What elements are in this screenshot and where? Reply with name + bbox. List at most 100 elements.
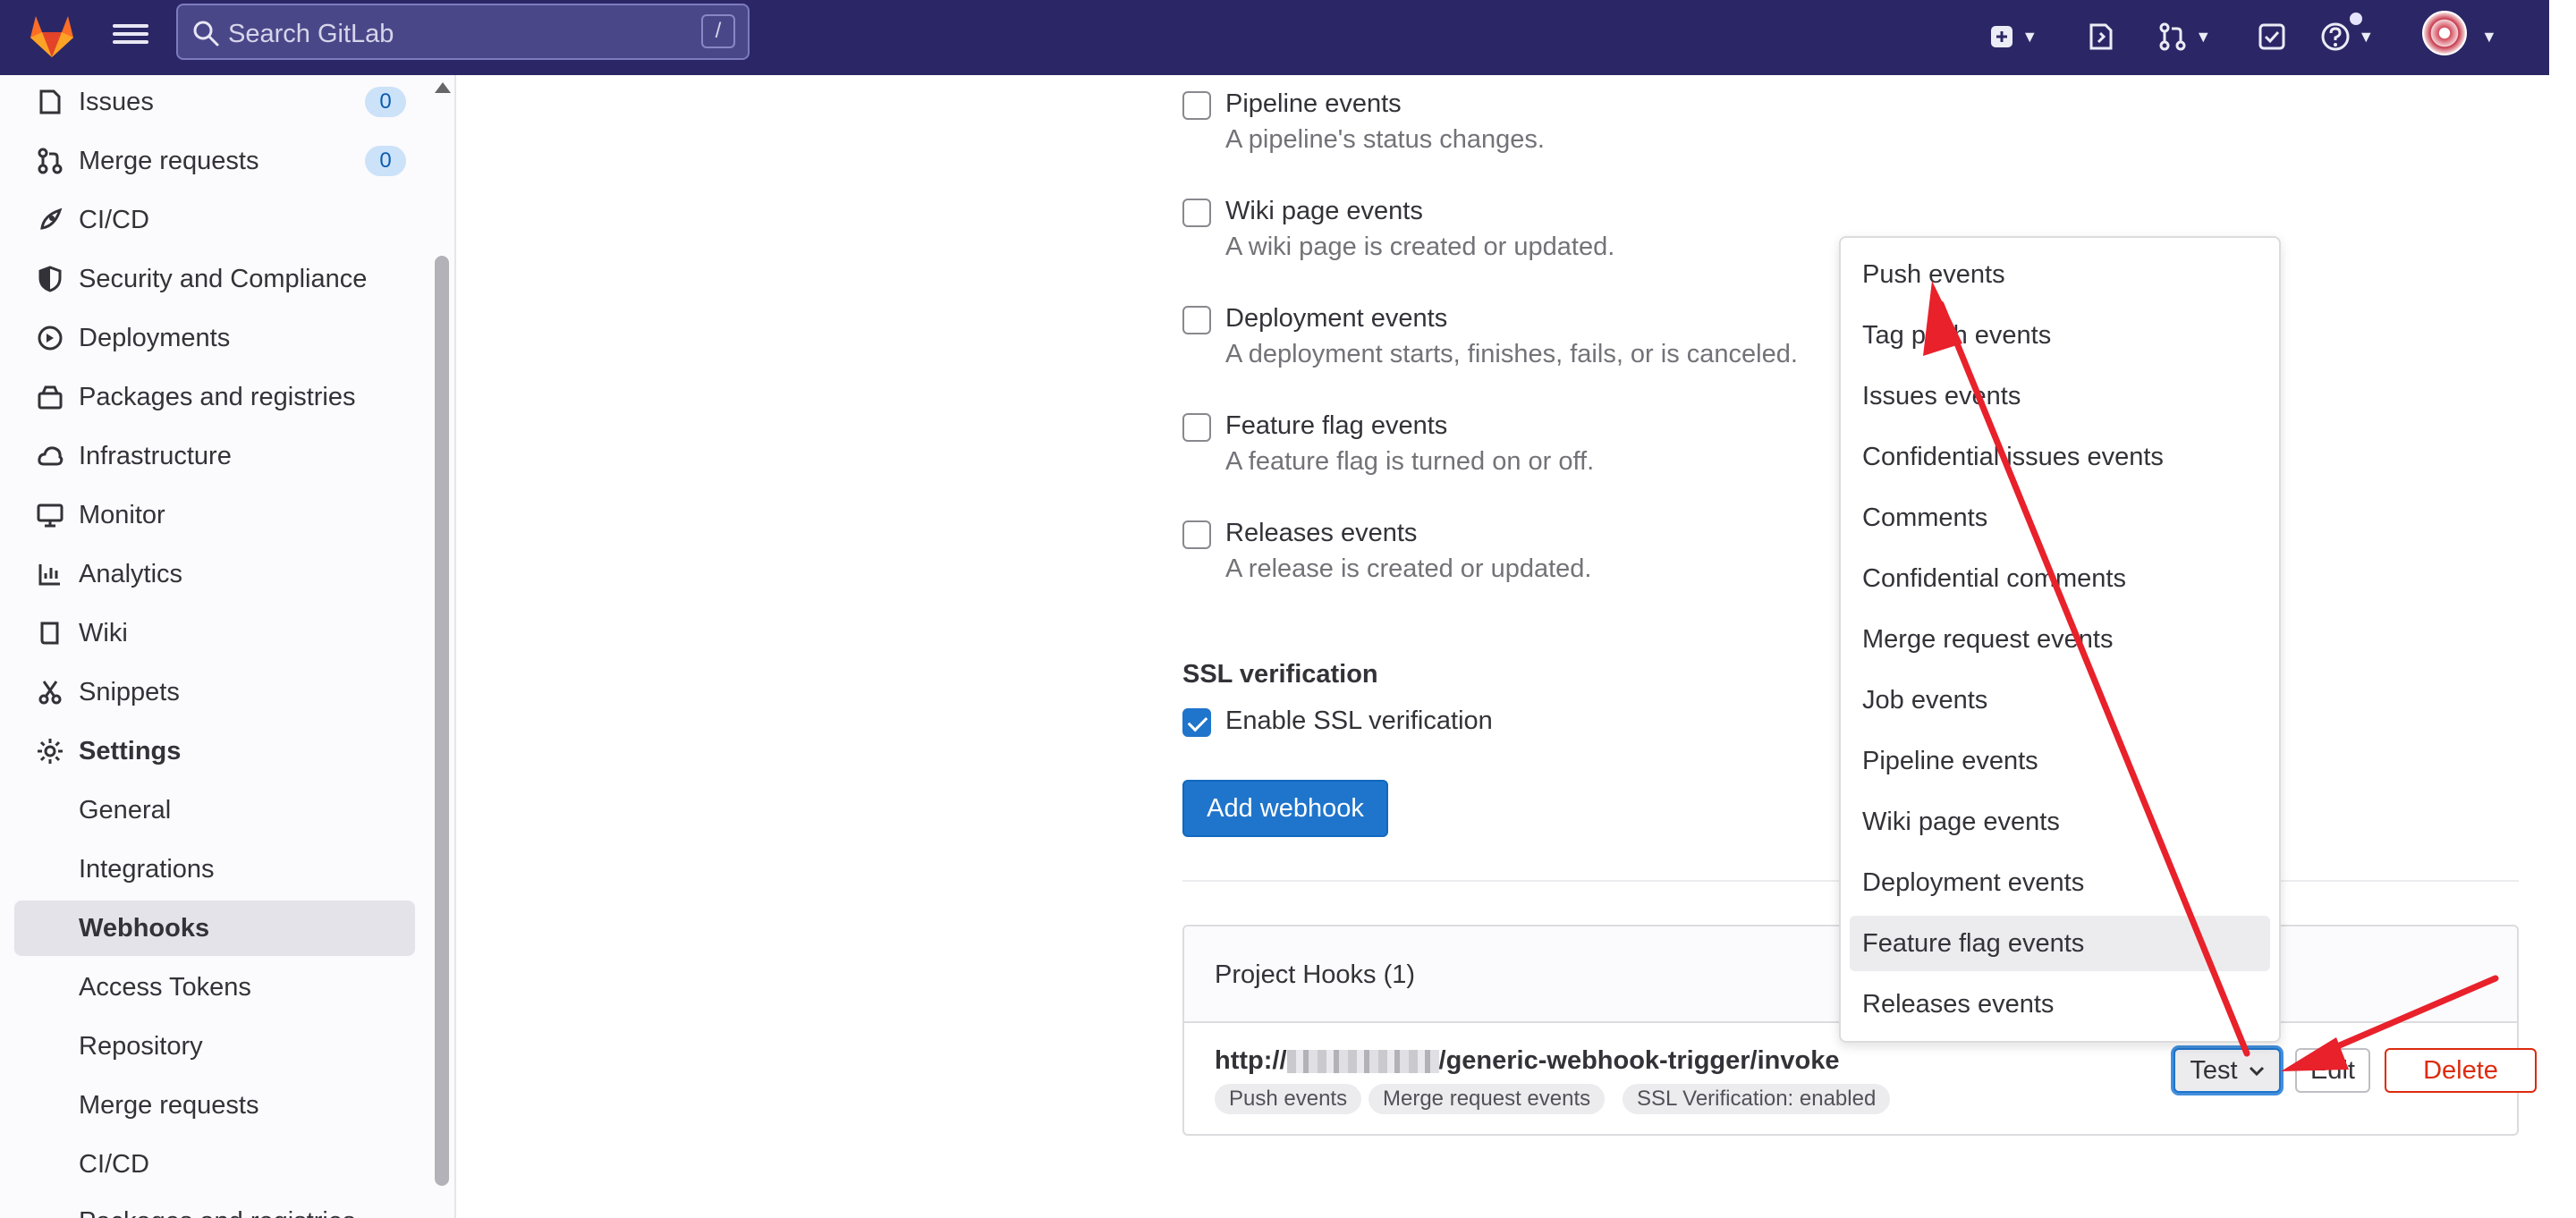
- dropdown-item-merge-request-events[interactable]: Merge request events: [1850, 612, 2270, 667]
- trigger-title: Wiki page events: [1225, 197, 1423, 225]
- sidebar-item-monitor[interactable]: Monitor: [34, 488, 428, 542]
- user-menu-chevron[interactable]: ▼: [2481, 18, 2497, 54]
- sidebar-item-label: Packages and registries: [79, 382, 356, 411]
- chevron-down-icon: ▼: [2195, 28, 2212, 47]
- sidebar-sub-merge-requests[interactable]: Merge requests: [79, 1091, 259, 1121]
- issues-shortcut[interactable]: [2088, 18, 2114, 54]
- sidebar-item-deployments[interactable]: Deployments: [34, 311, 428, 365]
- sidebar-item-settings[interactable]: Settings: [34, 724, 428, 778]
- sidebar-item-wiki[interactable]: Wiki: [34, 606, 428, 660]
- ssl-checkbox[interactable]: [1182, 708, 1211, 737]
- sidebar-scrollbar[interactable]: [435, 256, 449, 1186]
- delete-hook-button[interactable]: Delete: [2385, 1048, 2537, 1093]
- chevron-down-icon: [2249, 1067, 2264, 1077]
- sidebar-item-cicd[interactable]: CI/CD: [34, 193, 428, 247]
- hook-url-prefix: http://: [1215, 1046, 1287, 1075]
- hook-tag-merge-request-events: Merge request events: [1368, 1084, 1606, 1114]
- dropdown-item-push-events[interactable]: Push events: [1850, 247, 2270, 302]
- avatar[interactable]: [2422, 11, 2467, 55]
- sidebar-item-merge-requests[interactable]: Merge requests 0: [34, 134, 428, 188]
- hook-url: http:// /generic-webhook-trigger/invoke: [1215, 1046, 1840, 1076]
- todo-shortcut[interactable]: [2258, 18, 2286, 54]
- dropdown-item-job-events[interactable]: Job events: [1850, 672, 2270, 728]
- issues-icon: [2089, 23, 2113, 50]
- trigger-description: A deployment starts, finishes, fails, or…: [1225, 340, 1798, 368]
- search-input[interactable]: Search GitLab /: [176, 4, 750, 60]
- sidebar-item-label: Issues: [79, 87, 154, 116]
- sidebar-item-infrastructure[interactable]: Infrastructure: [34, 429, 428, 483]
- trigger-title: Deployment events: [1225, 304, 1448, 333]
- monitor-icon: [37, 503, 64, 528]
- notification-dot: [2350, 13, 2362, 25]
- sidebar-item-label: Settings: [79, 736, 182, 765]
- sidebar-sub-access-tokens[interactable]: Access Tokens: [79, 973, 251, 1002]
- chevron-down-icon: ▼: [2481, 28, 2497, 47]
- checkbox[interactable]: [1182, 91, 1211, 120]
- scroll-up-arrow[interactable]: [435, 82, 451, 93]
- issues-count-badge: 0: [365, 87, 406, 117]
- sidebar-sub-repository[interactable]: Repository: [79, 1032, 203, 1062]
- merge-requests-icon: [2159, 22, 2186, 51]
- dropdown-item-releases-events[interactable]: Releases events: [1850, 977, 2270, 1032]
- sidebar-item-label: Analytics: [79, 559, 183, 588]
- issues-icon: [39, 89, 61, 114]
- sidebar-item-label: Merge requests: [79, 146, 259, 175]
- chart-icon: [38, 564, 60, 586]
- top-bar: Search GitLab / ▼ ▼ ▼ ▼: [0, 0, 2549, 75]
- dropdown-item-confidential-issues-events[interactable]: Confidential issues events: [1850, 429, 2270, 485]
- dropdown-item-issues-events[interactable]: Issues events: [1850, 368, 2270, 424]
- sidebar-item-label: Snippets: [79, 677, 180, 706]
- sidebar-sub-webhooks[interactable]: Webhooks: [79, 914, 209, 943]
- trigger-title: Feature flag events: [1225, 411, 1448, 440]
- redacted-host: [1286, 1050, 1439, 1074]
- deployments-icon: [38, 326, 63, 351]
- dropdown-item-pipeline-events[interactable]: Pipeline events: [1850, 733, 2270, 789]
- dropdown-item-deployment-events[interactable]: Deployment events: [1850, 855, 2270, 910]
- sidebar-item-packages[interactable]: Packages and registries: [34, 370, 428, 424]
- help-icon: [2321, 22, 2350, 51]
- test-events-dropdown: Push events Tag push events Issues event…: [1839, 236, 2281, 1043]
- edit-hook-button[interactable]: Edit: [2295, 1048, 2370, 1093]
- rocket-icon: [40, 207, 63, 230]
- checkbox[interactable]: [1182, 520, 1211, 549]
- dropdown-item-comments[interactable]: Comments: [1850, 490, 2270, 546]
- sidebar-sub-packages[interactable]: Packages and registries: [79, 1207, 356, 1218]
- sidebar-item-label: Deployments: [79, 323, 231, 352]
- dropdown-item-wiki-page-events[interactable]: Wiki page events: [1850, 794, 2270, 850]
- trigger-description: A pipeline's status changes.: [1225, 125, 1545, 154]
- checkbox[interactable]: [1182, 199, 1211, 227]
- chevron-down-icon: ▼: [2021, 28, 2038, 47]
- sidebar-item-security[interactable]: Security and Compliance: [34, 252, 428, 306]
- book-icon: [40, 622, 59, 645]
- checkbox[interactable]: [1182, 306, 1211, 334]
- merge-requests-shortcut[interactable]: ▼: [2157, 18, 2211, 54]
- hook-url-path: /generic-webhook-trigger/invoke: [1438, 1046, 1840, 1075]
- package-icon: [38, 385, 63, 410]
- sidebar-item-snippets[interactable]: Snippets: [34, 665, 428, 719]
- chevron-down-icon: ▼: [2358, 28, 2375, 47]
- sidebar-item-issues[interactable]: Issues 0: [34, 75, 428, 129]
- sidebar-sub-integrations[interactable]: Integrations: [79, 855, 215, 884]
- dropdown-item-feature-flag-events[interactable]: Feature flag events: [1850, 916, 2270, 971]
- sidebar-sub-cicd[interactable]: CI/CD: [79, 1150, 149, 1180]
- checkbox[interactable]: [1182, 413, 1211, 442]
- test-hook-button[interactable]: Test: [2174, 1048, 2281, 1093]
- help-menu[interactable]: ▼: [2320, 18, 2374, 54]
- dropdown-item-confidential-comments[interactable]: Confidential comments: [1850, 551, 2270, 606]
- merge-request-icon: [38, 148, 63, 174]
- sidebar-sub-general[interactable]: General: [79, 796, 171, 825]
- hook-tag-push-events: Push events: [1215, 1084, 1362, 1114]
- plus-icon: [1991, 26, 2012, 48]
- trigger-title: Pipeline events: [1225, 89, 1402, 118]
- hook-tag-ssl-verification: SSL Verification: enabled: [1623, 1084, 1891, 1114]
- trigger-title: Releases events: [1225, 519, 1418, 547]
- trigger-description: A release is created or updated.: [1225, 554, 1592, 583]
- dropdown-item-tag-push-events[interactable]: Tag push events: [1850, 308, 2270, 363]
- menu-icon[interactable]: [113, 20, 148, 47]
- new-item-button[interactable]: ▼: [1989, 18, 2038, 54]
- sidebar-item-analytics[interactable]: Analytics: [34, 547, 428, 601]
- gitlab-logo[interactable]: [27, 11, 77, 61]
- ssl-label: Enable SSL verification: [1225, 706, 1493, 735]
- add-webhook-button[interactable]: Add webhook: [1182, 780, 1388, 837]
- merge-requests-count-badge: 0: [365, 146, 406, 176]
